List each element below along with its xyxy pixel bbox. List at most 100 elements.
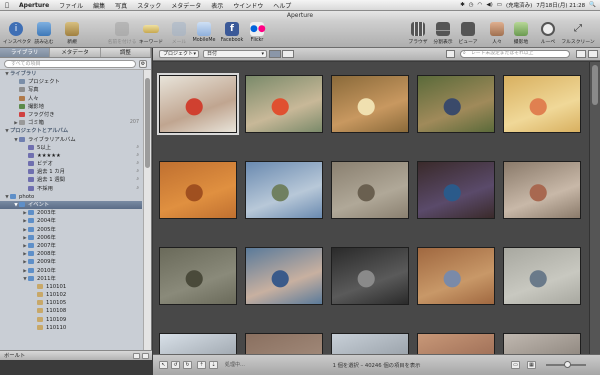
tree-item[interactable]: 110110: [0, 324, 142, 332]
tab-metadata[interactable]: メタデータ: [50, 48, 101, 57]
gear-icon[interactable]: ⚙: [139, 59, 147, 68]
browser-search-input[interactable]: ⌕ レート未設定またはそれ以上: [460, 50, 570, 58]
loupe-button[interactable]: ルーペ: [535, 22, 561, 47]
wifi-icon[interactable]: ◠: [478, 2, 483, 8]
tree-item[interactable]: ▶ ゴミ箱 207: [0, 119, 142, 127]
menu-file[interactable]: ファイル: [54, 1, 88, 10]
scroll-thumb[interactable]: [145, 78, 150, 168]
tree-item[interactable]: 110102: [0, 291, 142, 299]
tree-item[interactable]: ビデオ ⌕: [0, 160, 142, 168]
tree-item[interactable]: ▶ 2010年: [0, 267, 142, 275]
sort-popup[interactable]: 日付: [203, 50, 267, 58]
mail-button[interactable]: メール: [166, 22, 192, 47]
tree-item[interactable]: ▶ 2005年: [0, 226, 142, 234]
tree-item[interactable]: ▶ 2003年: [0, 209, 142, 217]
tree-item[interactable]: ▶ 2004年: [0, 217, 142, 225]
tab-adjustments[interactable]: 調整: [101, 48, 151, 57]
tree-item[interactable]: 過去 1 カ月 ⌕: [0, 168, 142, 176]
photo-thumbnail[interactable]: [503, 247, 581, 305]
grid-scrollbar[interactable]: [589, 62, 600, 354]
project-popup[interactable]: プロジェクト: [159, 50, 199, 58]
photo-thumbnail[interactable]: [503, 333, 581, 354]
tree-section-header[interactable]: ▼プロジェクトとアルバム: [0, 127, 142, 135]
grid-view-button[interactable]: [269, 50, 281, 58]
smart-album-search-icon[interactable]: ⌕: [136, 152, 139, 160]
photo-thumbnail[interactable]: [245, 333, 323, 354]
split-view-button[interactable]: 分割表示: [430, 22, 456, 47]
menu-photos[interactable]: 写真: [110, 1, 132, 10]
tree-item[interactable]: ▶ 2007年: [0, 242, 142, 250]
filmstrip-button[interactable]: ▭: [511, 361, 520, 369]
photo-thumbnail[interactable]: [245, 75, 323, 133]
add-vault-button[interactable]: [133, 353, 140, 359]
library-search-input[interactable]: すべての項目: [4, 59, 136, 68]
photo-thumbnail[interactable]: [503, 75, 581, 133]
facebook-button[interactable]: f Facebook: [218, 22, 246, 47]
hud-button[interactable]: ▦: [527, 361, 536, 369]
tree-item[interactable]: ▼ ライブラリアルバム: [0, 136, 142, 144]
tree-item[interactable]: ▶ 2006年: [0, 234, 142, 242]
tree-item[interactable]: ▶ 2008年: [0, 250, 142, 258]
photo-thumbnail[interactable]: [159, 333, 237, 354]
apple-menu-icon[interactable]: : [0, 2, 14, 9]
smart-album-search-icon[interactable]: ⌕: [136, 144, 139, 152]
menu-stacks[interactable]: スタック: [132, 1, 166, 10]
slider-knob[interactable]: [564, 361, 571, 368]
photo-thumbnail[interactable]: [159, 247, 237, 305]
viewer-button[interactable]: ビューア: [455, 22, 481, 47]
photo-thumbnail[interactable]: [245, 247, 323, 305]
menu-view[interactable]: 表示: [206, 1, 228, 10]
search-options-button[interactable]: [576, 50, 586, 58]
photo-thumbnail[interactable]: [331, 247, 409, 305]
tree-item[interactable]: 過去 1 週間 ⌕: [0, 176, 142, 184]
tree-item[interactable]: 110101: [0, 283, 142, 291]
photo-thumbnail[interactable]: [503, 161, 581, 219]
tree-item[interactable]: ▼ 2011年: [0, 275, 142, 283]
spotlight-icon[interactable]: 🔍: [589, 2, 596, 8]
tree-section-header[interactable]: ▼ライブラリ: [0, 70, 142, 78]
browser-button[interactable]: ブラウザ: [405, 22, 431, 47]
vault-action-button[interactable]: [142, 353, 149, 359]
photo-thumbnail[interactable]: [245, 161, 323, 219]
tree-item[interactable]: 不採用 ⌕: [0, 185, 142, 193]
tab-library[interactable]: ライブラリ: [0, 48, 51, 57]
fullscreen-button[interactable]: ⤢ フルスクリーン: [560, 22, 596, 47]
browser-close-button[interactable]: [588, 50, 598, 58]
photo-thumbnail[interactable]: [331, 161, 409, 219]
tree-item[interactable]: 5以上 ⌕: [0, 144, 142, 152]
photo-thumbnail[interactable]: [417, 333, 495, 354]
photo-thumbnail[interactable]: [417, 161, 495, 219]
import-button[interactable]: 読み込む: [31, 22, 57, 47]
tree-item[interactable]: ▼ イベント: [0, 201, 142, 210]
filter-button[interactable]: [446, 50, 455, 58]
smart-album-search-icon[interactable]: ⌕: [136, 176, 139, 184]
photo-thumbnail[interactable]: [331, 333, 409, 354]
volume-icon[interactable]: ◀): [486, 2, 492, 8]
smart-album-search-icon[interactable]: ⌕: [136, 185, 139, 193]
list-view-button[interactable]: [282, 50, 294, 58]
inspector-button[interactable]: i インスペクタ: [3, 22, 31, 47]
menu-edit[interactable]: 編集: [88, 1, 110, 10]
photo-thumbnail[interactable]: [417, 247, 495, 305]
photo-thumbnail[interactable]: [157, 73, 239, 135]
smart-album-search-icon[interactable]: ⌕: [136, 168, 139, 176]
thumbnail-size-slider[interactable]: [546, 361, 586, 368]
tree-item[interactable]: 110105: [0, 299, 142, 307]
faces-button[interactable]: 人々: [484, 22, 510, 47]
smart-album-search-icon[interactable]: ⌕: [136, 160, 139, 168]
tree-item[interactable]: 110109: [0, 316, 142, 324]
clock[interactable]: 7月18日(月) 21:28: [536, 1, 585, 9]
tree-item[interactable]: 人々: [0, 95, 142, 103]
keyword-button[interactable]: キーワード: [136, 22, 166, 47]
photo-thumbnail[interactable]: [417, 75, 495, 133]
menu-help[interactable]: ヘルプ: [268, 1, 296, 10]
flickr-button[interactable]: ●● Flickr: [244, 22, 270, 47]
tree-item[interactable]: 110108: [0, 307, 142, 315]
places-button[interactable]: 撮影地: [508, 22, 534, 47]
tree-item[interactable]: 撮影地: [0, 103, 142, 111]
menu-metadata[interactable]: メタデータ: [166, 1, 206, 10]
mobileme-button[interactable]: MobileMe: [190, 22, 218, 47]
tree-item[interactable]: ▼ photo: [0, 193, 142, 201]
tree-item[interactable]: 写真: [0, 86, 142, 94]
photo-thumbnail[interactable]: [159, 161, 237, 219]
